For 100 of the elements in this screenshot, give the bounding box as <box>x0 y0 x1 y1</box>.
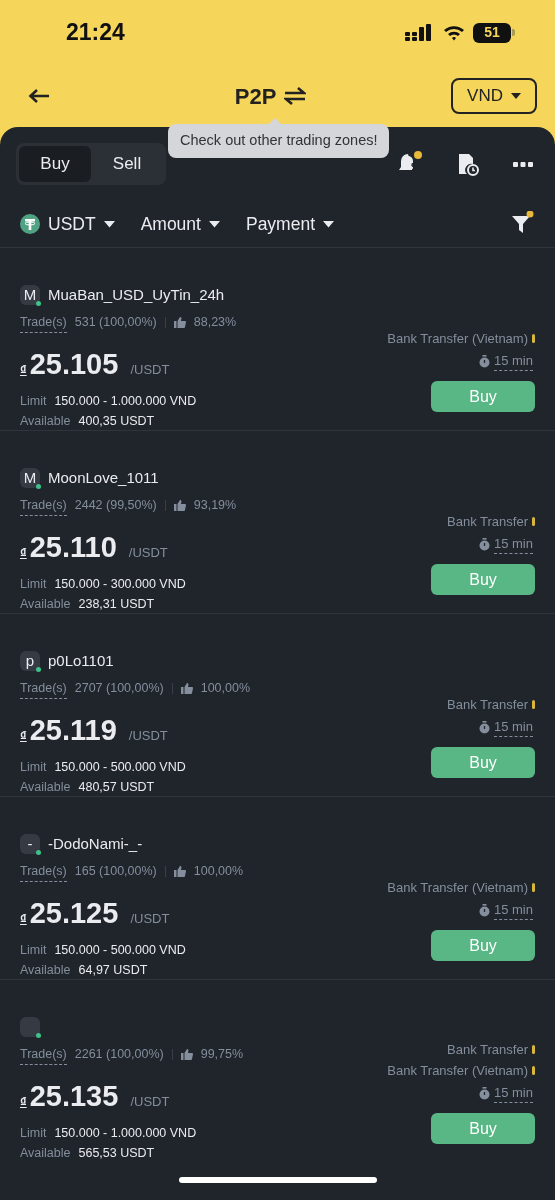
coin-dropdown[interactable]: USDT <box>20 211 115 238</box>
payment-method: Bank Transfer (Vietnam) <box>387 329 528 348</box>
trades-count: 2261 (100,00%) <box>74 1046 164 1064</box>
price: 25.110 <box>29 529 117 565</box>
avatar: p <box>20 650 40 671</box>
time-limit: 15 min <box>493 350 533 372</box>
price: 25.105 <box>29 346 119 382</box>
available-amount: 400,35 USDT <box>78 412 155 430</box>
currency-symbol: ₫ <box>20 360 27 379</box>
thumbs-up-icon <box>173 317 186 329</box>
payment-method: Bank Transfer <box>447 695 528 714</box>
trades-count: 531 (100,00%) <box>74 314 157 332</box>
payment-marker-icon <box>532 517 535 526</box>
filter-icon[interactable] <box>511 211 535 235</box>
payment-method: Bank Transfer <box>447 512 528 531</box>
rating-text: 93,19% <box>193 497 237 515</box>
avatar: M <box>20 284 40 305</box>
price: 25.125 <box>29 895 119 931</box>
price: 25.135 <box>29 1078 119 1114</box>
payment-marker-icon <box>532 1045 535 1054</box>
time-limit: 15 min <box>493 899 533 921</box>
caret-icon <box>208 220 220 228</box>
time-limit: 15 min <box>493 1082 533 1104</box>
wifi-icon <box>443 24 465 41</box>
limit-label: Limit <box>20 392 47 410</box>
filter-dropdown[interactable]: Amount <box>140 211 220 238</box>
payment-method: Bank Transfer (Vietnam) <box>387 1061 528 1080</box>
tooltip: Check out other trading zones! <box>168 124 390 158</box>
tooltip-pointer-icon <box>269 118 281 124</box>
limit-amount: 150.000 - 1.000.000 VND <box>54 1124 197 1142</box>
status-time: 21:24 <box>66 18 125 48</box>
trades-label: Trade(s) <box>20 1044 67 1065</box>
limit-amount: 150.000 - 300.000 VND <box>54 575 186 593</box>
thumbs-up-icon <box>180 683 193 695</box>
price-unit: /USDT <box>130 360 170 379</box>
payment-marker-icon <box>532 334 535 343</box>
merchant-name[interactable]: MuaBan_USD_UyTin_24h <box>48 283 225 306</box>
price: 25.119 <box>29 712 117 748</box>
caret-icon <box>103 220 115 228</box>
avatar: - <box>20 833 40 854</box>
timer-icon <box>478 1086 490 1100</box>
available-label: Available <box>20 412 71 430</box>
trades-label: Trade(s) <box>20 678 67 699</box>
limit-label: Limit <box>20 1124 47 1142</box>
tab[interactable]: Buy <box>19 146 91 182</box>
rating-text: 88,23% <box>193 314 237 332</box>
payment-marker-icon <box>532 1066 535 1075</box>
limit-amount: 150.000 - 500.000 VND <box>54 758 186 776</box>
timer-icon <box>478 903 490 917</box>
available-label: Available <box>20 961 71 979</box>
limit-label: Limit <box>20 575 47 593</box>
payment-marker-icon <box>532 883 535 892</box>
trades-count: 2707 (100,00%) <box>74 680 164 698</box>
price-unit: /USDT <box>128 543 168 562</box>
price-unit: /USDT <box>130 1092 170 1111</box>
payment-method: Bank Transfer <box>447 1040 528 1059</box>
merchant-name[interactable]: MoonLove_1011 <box>48 466 159 489</box>
coin-icon <box>20 214 40 235</box>
available-label: Available <box>20 1144 71 1162</box>
merchant-name[interactable]: p0Lo1101 <box>48 649 114 672</box>
currency-symbol: ₫ <box>20 1092 27 1111</box>
available-amount: 480,57 USDT <box>78 778 155 796</box>
limit-label: Limit <box>20 941 47 959</box>
caret-icon <box>511 92 521 100</box>
more-icon[interactable] <box>513 161 533 167</box>
swap-arrows-icon[interactable] <box>284 87 307 105</box>
currency-symbol: ₫ <box>20 543 27 562</box>
currency-dropdown[interactable]: VND <box>451 78 537 114</box>
page-title: P2P <box>234 82 277 111</box>
trades-label: Trade(s) <box>20 861 67 882</box>
limit-amount: 150.000 - 1.000.000 VND <box>54 392 197 410</box>
limit-amount: 150.000 - 500.000 VND <box>54 941 186 959</box>
trades-count: 165 (100,00%) <box>74 863 157 881</box>
payment-method: Bank Transfer (Vietnam) <box>387 878 528 897</box>
time-limit: 15 min <box>493 716 533 738</box>
trades-label: Trade(s) <box>20 495 67 516</box>
trades-count: 2442 (99,50%) <box>74 497 157 515</box>
tab[interactable]: Sell <box>91 146 163 182</box>
price-unit: /USDT <box>130 909 170 928</box>
trades-label: Trade(s) <box>20 312 67 333</box>
timer-icon <box>478 537 490 551</box>
rating-text: 100,00% <box>200 680 251 698</box>
filter-dropdown[interactable]: Payment <box>245 211 334 238</box>
limit-label: Limit <box>20 758 47 776</box>
rating-text: 99,75% <box>200 1046 244 1064</box>
thumbs-up-icon <box>173 866 186 878</box>
merchant-name[interactable]: -DodoNami-_- <box>48 832 143 855</box>
rating-text: 100,00% <box>193 863 244 881</box>
caret-icon <box>323 220 334 228</box>
avatar: M <box>20 467 40 488</box>
back-arrow-icon[interactable] <box>28 88 50 104</box>
order-history-icon[interactable] <box>457 152 479 176</box>
available-amount: 565,53 USDT <box>78 1144 155 1162</box>
available-label: Available <box>20 595 71 613</box>
payment-marker-icon <box>532 700 535 709</box>
available-amount: 64,97 USDT <box>78 961 148 979</box>
price-unit: /USDT <box>128 726 168 745</box>
time-limit: 15 min <box>493 533 533 555</box>
currency-symbol: ₫ <box>20 726 27 745</box>
avatar <box>20 1016 40 1037</box>
